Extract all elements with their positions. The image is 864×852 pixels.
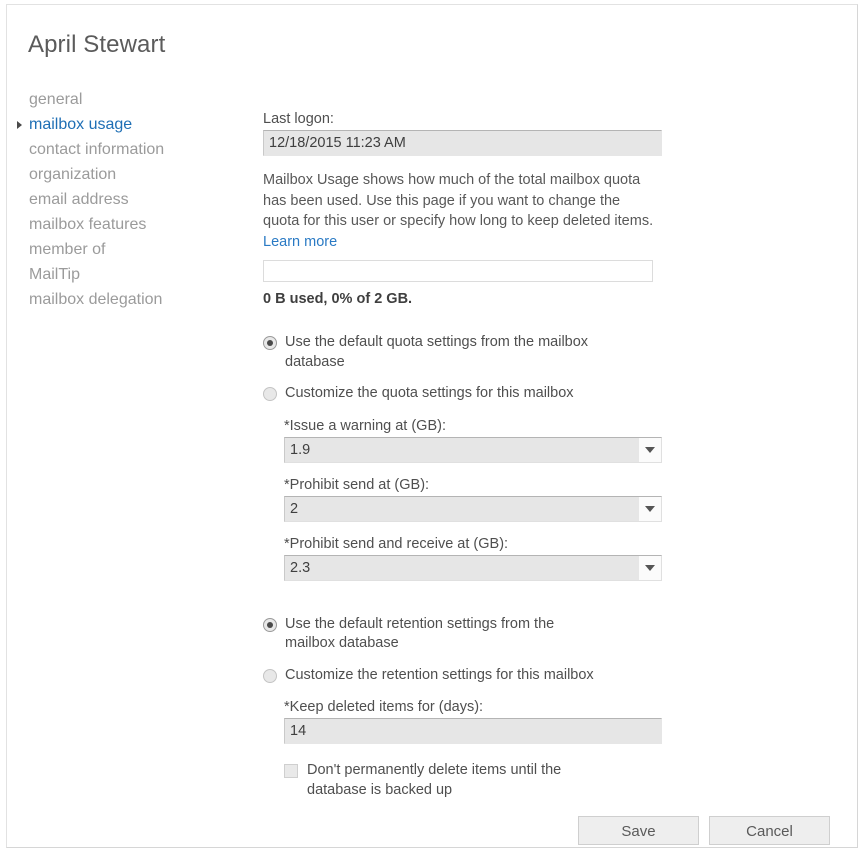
sidebar-item-email-address[interactable]: email address <box>7 187 252 212</box>
checkbox-backup-before-delete-label: Don't permanently delete items until the… <box>307 761 607 800</box>
radio-default-retention[interactable]: Use the default retention settings from … <box>263 615 663 654</box>
prohibit-send-value: 2 <box>284 496 662 522</box>
learn-more-link[interactable]: Learn more <box>263 234 337 250</box>
sidebar-item-mailbox-usage[interactable]: mailbox usage <box>7 112 252 137</box>
prohibit-send-receive-label: *Prohibit send and receive at (GB): <box>284 536 663 552</box>
prohibit-send-receive-value: 2.3 <box>284 555 662 581</box>
sidebar-item-label: contact information <box>29 141 164 158</box>
radio-default-retention-label: Use the default retention settings from … <box>285 615 590 654</box>
sidebar-item-general[interactable]: general <box>7 87 252 112</box>
mailbox-usage-form: Last logon: Mailbox Usage shows how much… <box>263 111 663 800</box>
issue-warning-value: 1.9 <box>284 437 662 463</box>
usage-description: Mailbox Usage shows how much of the tota… <box>263 170 657 252</box>
radio-custom-quota[interactable]: Customize the quota settings for this ma… <box>263 384 663 404</box>
sidebar-item-label: mailbox delegation <box>29 291 162 308</box>
sidebar-item-label: MailTip <box>29 266 80 283</box>
radio-custom-quota-label: Customize the quota settings for this ma… <box>285 384 574 404</box>
keep-deleted-items-field-group: *Keep deleted items for (days): <box>284 699 663 744</box>
quota-usage-summary: 0 B used, 0% of 2 GB. <box>263 291 663 307</box>
last-logon-field[interactable] <box>263 130 662 156</box>
sidebar-item-organization[interactable]: organization <box>7 162 252 187</box>
radio-unselected-icon <box>263 387 277 401</box>
prohibit-send-field-group: *Prohibit send at (GB): 2 <box>284 477 663 522</box>
page-title: April Stewart <box>28 31 165 59</box>
sidebar-item-contact-information[interactable]: contact information <box>7 137 252 162</box>
radio-custom-retention[interactable]: Customize the retention settings for thi… <box>263 666 663 686</box>
mailbox-properties-dialog: April Stewart general mailbox usage cont… <box>6 4 858 848</box>
prohibit-send-receive-dropdown[interactable]: 2.3 <box>284 555 662 581</box>
sidebar-item-label: mailbox usage <box>29 116 132 133</box>
radio-custom-retention-label: Customize the retention settings for thi… <box>285 666 594 686</box>
radio-default-quota[interactable]: Use the default quota settings from the … <box>263 333 663 372</box>
prohibit-send-dropdown[interactable]: 2 <box>284 496 662 522</box>
sidebar-item-label: member of <box>29 241 105 258</box>
sidebar-item-label: mailbox features <box>29 216 146 233</box>
chevron-down-icon[interactable] <box>639 556 661 580</box>
issue-warning-dropdown[interactable]: 1.9 <box>284 437 662 463</box>
last-logon-label: Last logon: <box>263 111 663 127</box>
issue-warning-label: *Issue a warning at (GB): <box>284 418 663 434</box>
chevron-down-icon[interactable] <box>639 438 661 462</box>
checkbox-unchecked-icon <box>284 764 298 778</box>
sidebar-item-label: general <box>29 91 82 108</box>
prohibit-send-receive-field-group: *Prohibit send and receive at (GB): 2.3 <box>284 536 663 581</box>
caret-right-icon <box>17 121 22 129</box>
sidebar-nav: general mailbox usage contact informatio… <box>7 87 252 312</box>
chevron-down-icon[interactable] <box>639 497 661 521</box>
radio-selected-icon <box>263 618 277 632</box>
radio-selected-icon <box>263 336 277 350</box>
radio-unselected-icon <box>263 669 277 683</box>
keep-deleted-items-label: *Keep deleted items for (days): <box>284 699 663 715</box>
dialog-footer: Save Cancel <box>7 810 859 850</box>
sidebar-item-label: email address <box>29 191 129 208</box>
quota-usage-progress-bar <box>263 260 653 282</box>
sidebar-item-mailbox-delegation[interactable]: mailbox delegation <box>7 287 252 312</box>
keep-deleted-items-field[interactable] <box>284 718 662 744</box>
radio-default-quota-label: Use the default quota settings from the … <box>285 333 615 372</box>
issue-warning-field-group: *Issue a warning at (GB): 1.9 <box>284 418 663 463</box>
sidebar-item-label: organization <box>29 166 116 183</box>
cancel-button[interactable]: Cancel <box>709 816 830 845</box>
sidebar-item-mailbox-features[interactable]: mailbox features <box>7 212 252 237</box>
sidebar-item-mailtip[interactable]: MailTip <box>7 262 252 287</box>
usage-description-text: Mailbox Usage shows how much of the tota… <box>263 172 653 229</box>
checkbox-backup-before-delete[interactable]: Don't permanently delete items until the… <box>284 761 663 800</box>
save-button[interactable]: Save <box>578 816 699 845</box>
sidebar-item-member-of[interactable]: member of <box>7 237 252 262</box>
prohibit-send-label: *Prohibit send at (GB): <box>284 477 663 493</box>
